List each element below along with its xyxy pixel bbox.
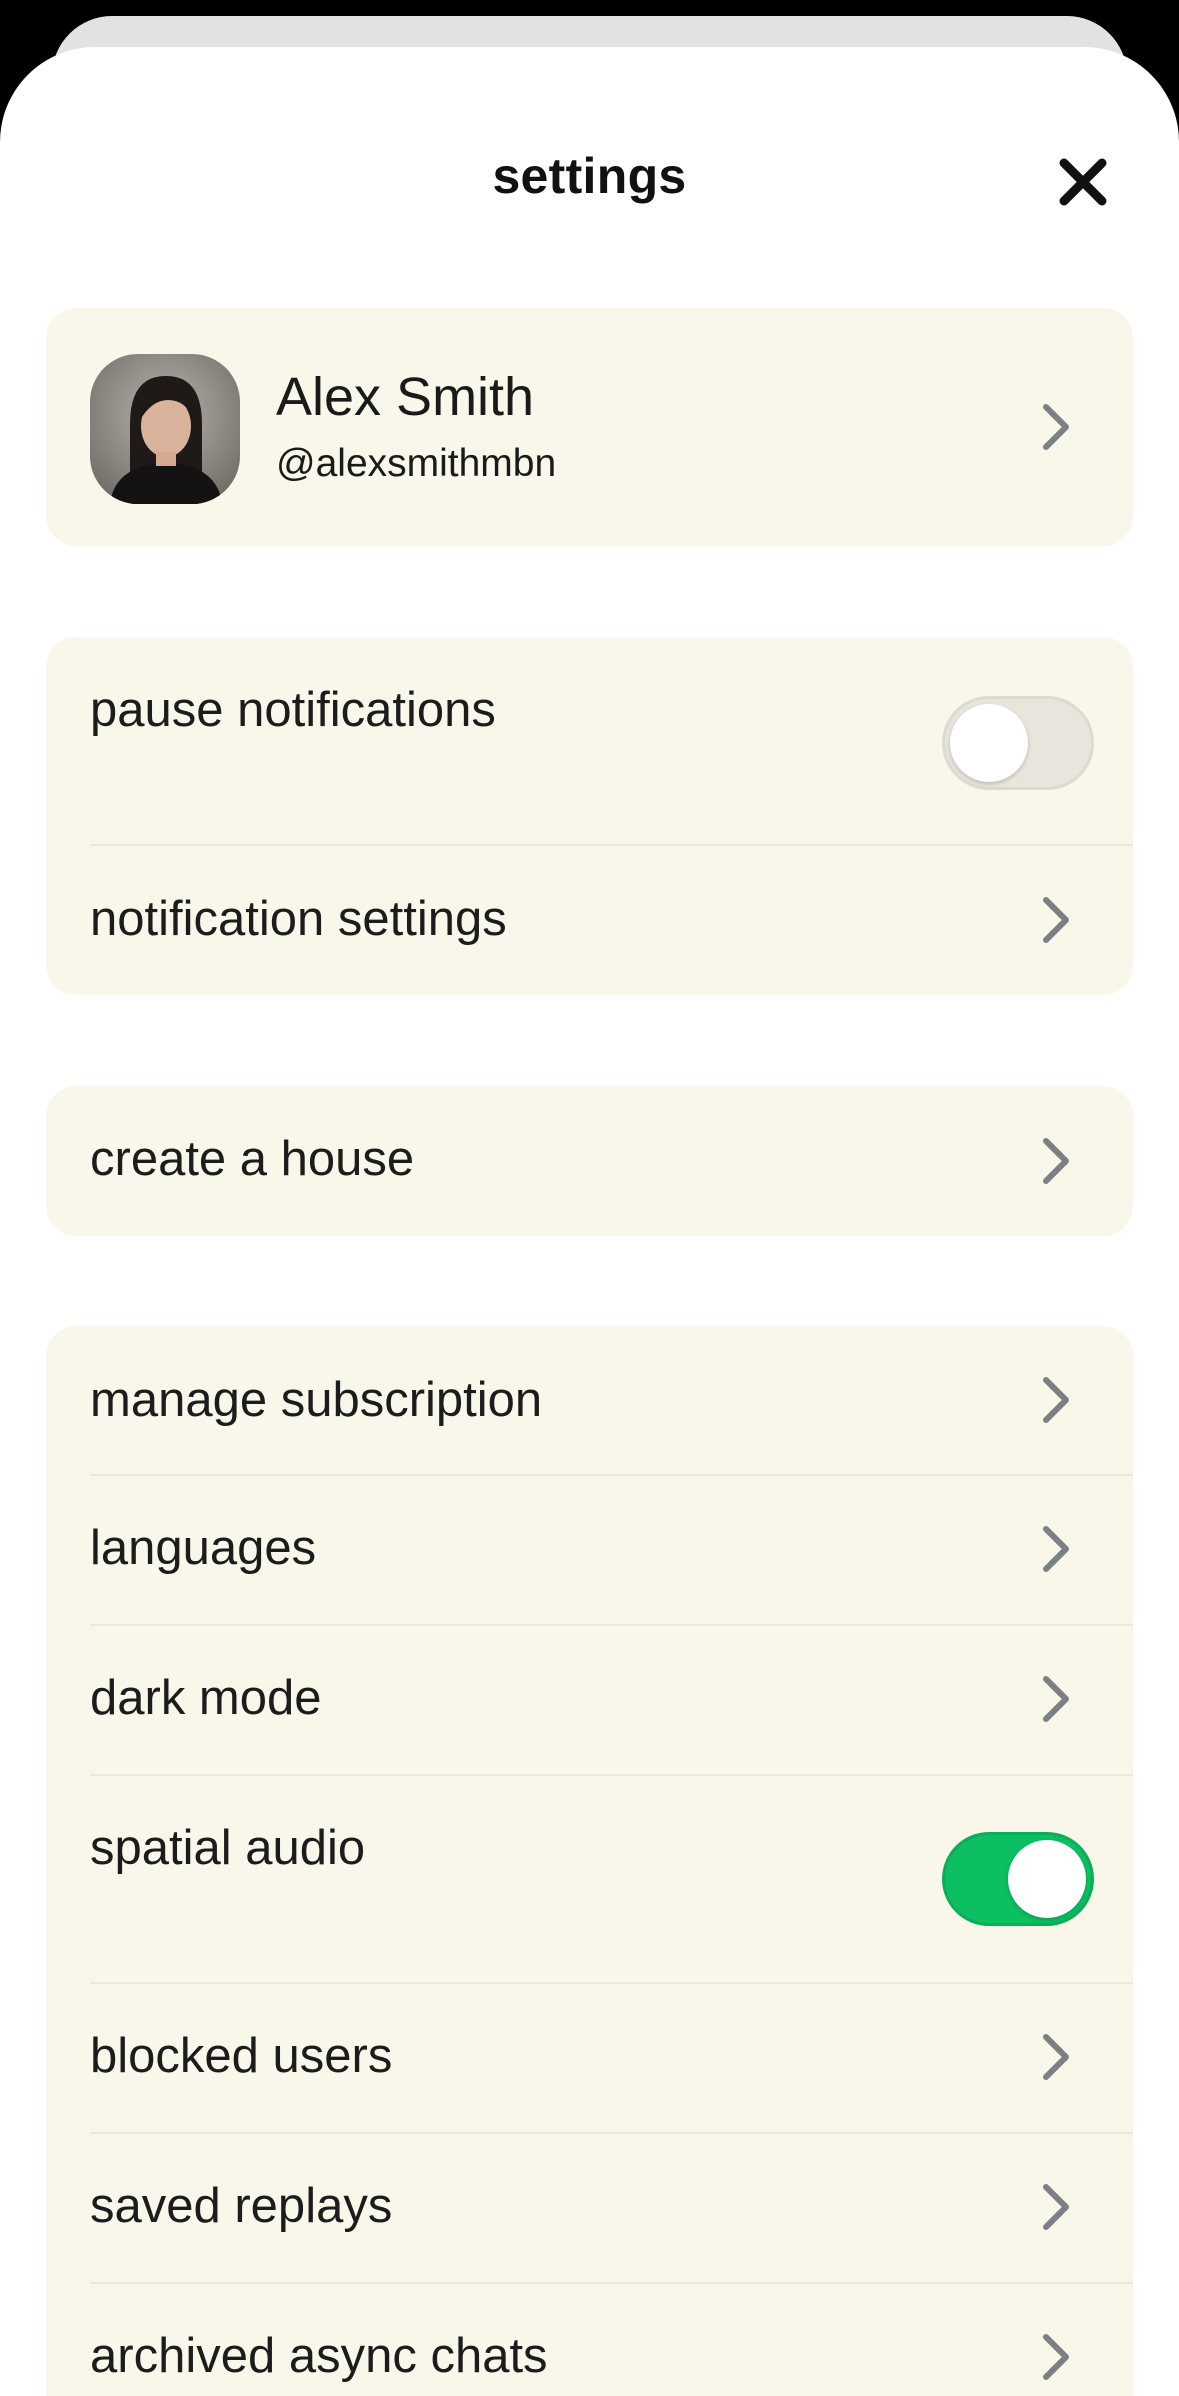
create-house-label: create a house (90, 1132, 415, 1186)
avatar (90, 354, 240, 504)
notifications-card: pause notifications notification setting… (46, 637, 1133, 995)
chevron-right-icon (1043, 1676, 1069, 1722)
toggle-knob (950, 704, 1028, 782)
sheet-header: settings (0, 47, 1179, 272)
close-icon (1059, 158, 1107, 206)
pause-notifications-row: pause notifications (46, 637, 1133, 845)
toggle-knob (1008, 1840, 1086, 1918)
general-settings-card: manage subscription languages dark mode … (46, 1326, 1133, 2396)
manage-subscription-row[interactable]: manage subscription (46, 1326, 1133, 1474)
archived-async-chats-row[interactable]: archived async chats (46, 2284, 1133, 2396)
chevron-right-icon (1043, 1138, 1069, 1184)
dark-mode-row[interactable]: dark mode (46, 1626, 1133, 1774)
languages-row[interactable]: languages (46, 1476, 1133, 1624)
pause-notifications-toggle[interactable] (942, 696, 1094, 790)
chevron-right-icon (1043, 2034, 1069, 2080)
spatial-audio-row: spatial audio (46, 1776, 1133, 1984)
page-title: settings (492, 148, 687, 204)
profile-handle: @alexsmithmbn (276, 442, 557, 485)
pause-notifications-label: pause notifications (90, 683, 496, 737)
profile-card[interactable]: Alex Smith @alexsmithmbn (46, 308, 1133, 546)
archived-async-chats-label: archived async chats (90, 2329, 548, 2383)
chevron-right-icon (1043, 1377, 1069, 1423)
dark-mode-label: dark mode (90, 1671, 322, 1725)
blocked-users-row[interactable]: blocked users (46, 1984, 1133, 2132)
close-button[interactable] (1052, 151, 1114, 213)
manage-subscription-label: manage subscription (90, 1373, 543, 1427)
chevron-right-icon (1043, 2184, 1069, 2230)
saved-replays-row[interactable]: saved replays (46, 2134, 1133, 2282)
profile-name: Alex Smith (276, 367, 535, 427)
chevron-right-icon (1043, 404, 1069, 450)
blocked-users-label: blocked users (90, 2029, 393, 2083)
chevron-right-icon (1043, 2334, 1069, 2380)
chevron-right-icon (1043, 1526, 1069, 1572)
notification-settings-label: notification settings (90, 892, 507, 946)
house-card: create a house (46, 1086, 1133, 1236)
chevron-right-icon (1043, 897, 1069, 943)
spatial-audio-toggle[interactable] (942, 1832, 1094, 1926)
notification-settings-row[interactable]: notification settings (46, 846, 1133, 995)
settings-sheet: settings Alex Smith @alexsmithmbn pause … (0, 47, 1179, 2396)
saved-replays-label: saved replays (90, 2179, 393, 2233)
languages-label: languages (90, 1521, 317, 1575)
spatial-audio-label: spatial audio (90, 1821, 366, 1875)
create-house-row[interactable]: create a house (46, 1086, 1133, 1236)
